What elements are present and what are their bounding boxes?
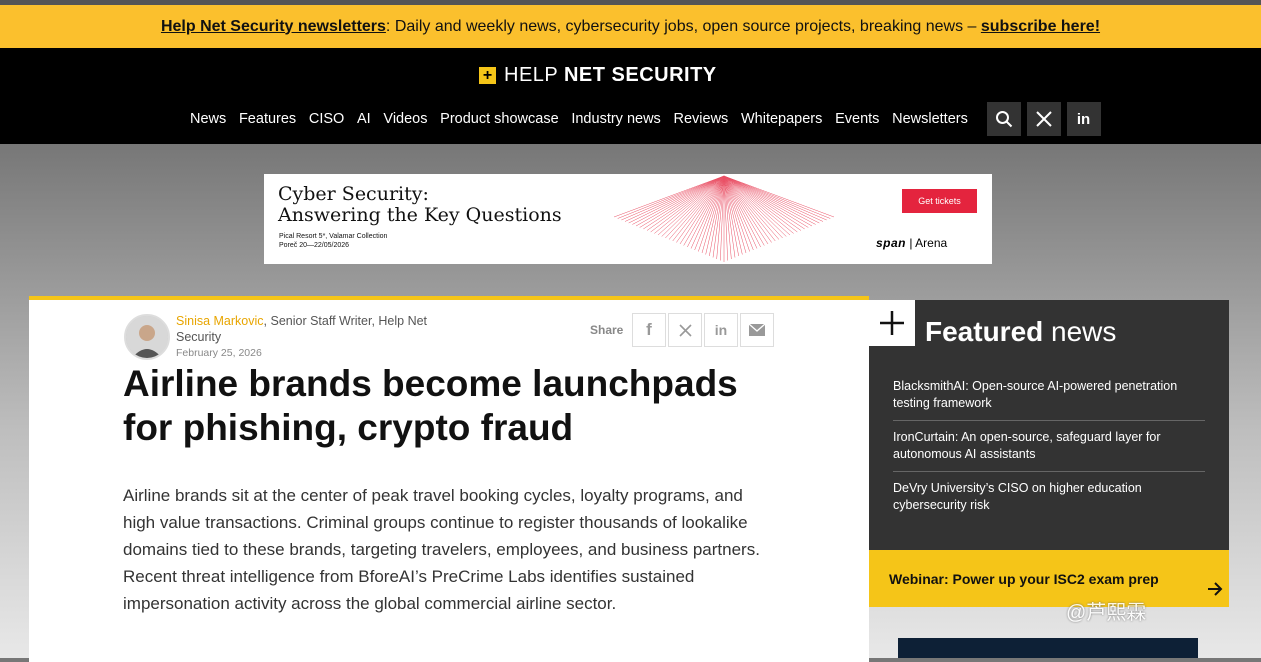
- ad-banner[interactable]: Cyber Security: Answering the Key Questi…: [264, 174, 992, 264]
- featured-item[interactable]: IronCurtain: An open-source, safeguard l…: [893, 421, 1205, 472]
- main-nav: News Features CISO AI Videos Product sho…: [190, 102, 1101, 136]
- site-header: + HELP NET SECURITY News Features CISO A…: [0, 48, 1261, 144]
- share-label: Share: [590, 323, 624, 337]
- share-linkedin-button[interactable]: in: [704, 313, 738, 347]
- featured-title-light: news: [1043, 316, 1117, 347]
- site-logo[interactable]: + HELP NET SECURITY: [479, 64, 717, 86]
- linkedin-social-button[interactable]: in: [1066, 102, 1101, 136]
- article-card: Sinisa Markovic, Senior Staff Writer, He…: [29, 296, 869, 662]
- newsletter-bar-text: : Daily and weekly news, cybersecurity j…: [385, 17, 981, 35]
- ad-brand: span | Arena: [876, 236, 947, 250]
- nav-product-showcase[interactable]: Product showcase: [440, 111, 558, 127]
- featured-item[interactable]: DeVry University’s CISO on higher educat…: [893, 472, 1205, 522]
- watermark: @芦熙霖: [1066, 602, 1147, 624]
- search-icon: [995, 111, 1012, 128]
- plus-icon: [880, 311, 904, 335]
- article-lead: Airline brands sit at the center of peak…: [123, 486, 760, 613]
- author-avatar[interactable]: [124, 314, 170, 360]
- featured-expand-button[interactable]: [869, 300, 915, 346]
- nav-ai[interactable]: AI: [357, 111, 371, 127]
- author-name-link[interactable]: Sinisa Markovic: [176, 314, 264, 328]
- share-email-button[interactable]: [740, 313, 774, 347]
- newsletters-link[interactable]: Help Net Security newsletters: [161, 18, 386, 36]
- logo-plus-icon: +: [479, 66, 496, 84]
- sidebar-ad-peek[interactable]: [898, 638, 1198, 658]
- nav-industry-news[interactable]: Industry news: [571, 111, 660, 127]
- featured-list: BlacksmithAI: Open-source AI-powered pen…: [893, 370, 1205, 522]
- logo-text-bold: NET SECURITY: [563, 63, 717, 86]
- featured-news-panel: Featured news BlacksmithAI: Open-source …: [869, 300, 1229, 550]
- nav-newsletters[interactable]: Newsletters: [892, 111, 968, 127]
- arrow-right-icon: [1208, 582, 1223, 596]
- logo-text-light: HELP: [504, 63, 558, 86]
- x-icon: [1035, 111, 1052, 127]
- webinar-banner[interactable]: Webinar: Power up your ISC2 exam prep: [869, 550, 1229, 607]
- get-tickets-button[interactable]: Get tickets: [902, 189, 977, 213]
- search-button[interactable]: [986, 102, 1021, 136]
- email-icon: [749, 324, 765, 336]
- nav-videos[interactable]: Videos: [383, 111, 427, 127]
- avatar-image: [126, 316, 168, 358]
- nav-events[interactable]: Events: [835, 111, 879, 127]
- ad-brand-sep: |: [906, 236, 916, 250]
- ad-dates: Poreč 20—22/05/2026: [279, 242, 350, 249]
- nav-whitepapers[interactable]: Whitepapers: [741, 111, 822, 127]
- share-x-button[interactable]: [668, 313, 702, 347]
- nav-news[interactable]: News: [190, 111, 226, 127]
- x-social-button[interactable]: [1026, 102, 1061, 136]
- facebook-icon: f: [646, 320, 652, 339]
- article-date: February 25, 2026: [176, 347, 262, 359]
- ad-brand-bold: span: [876, 236, 907, 250]
- linkedin-icon: in: [1076, 110, 1091, 128]
- article-headline: Airline brands become launchpads for phi…: [123, 363, 738, 448]
- featured-item[interactable]: BlacksmithAI: Open-source AI-powered pen…: [893, 370, 1205, 421]
- ad-title-line2: Answering the Key Questions: [278, 204, 562, 226]
- ad-brand-light: Arena: [915, 236, 948, 250]
- ad-title-line1: Cyber Security:: [278, 183, 429, 205]
- ad-artwork: [613, 175, 835, 262]
- featured-title: Featured news: [925, 316, 1116, 348]
- linkedin-icon: in: [714, 322, 728, 338]
- webinar-text: Webinar: Power up your ISC2 exam prep: [889, 571, 1159, 587]
- author-byline: Sinisa Markovic, Senior Staff Writer, He…: [176, 313, 456, 345]
- featured-title-bold: Featured: [925, 316, 1044, 347]
- nav-ciso[interactable]: CISO: [309, 111, 344, 127]
- share-facebook-button[interactable]: f: [632, 313, 666, 347]
- ad-venue: Pical Resort 5*, Valamar Collection: [279, 233, 388, 240]
- x-icon: [678, 323, 692, 337]
- nav-reviews[interactable]: Reviews: [674, 111, 729, 127]
- nav-features[interactable]: Features: [239, 111, 296, 127]
- subscribe-link[interactable]: subscribe here!: [981, 18, 1100, 36]
- newsletter-bar: Help Net Security newsletters : Daily an…: [0, 5, 1261, 48]
